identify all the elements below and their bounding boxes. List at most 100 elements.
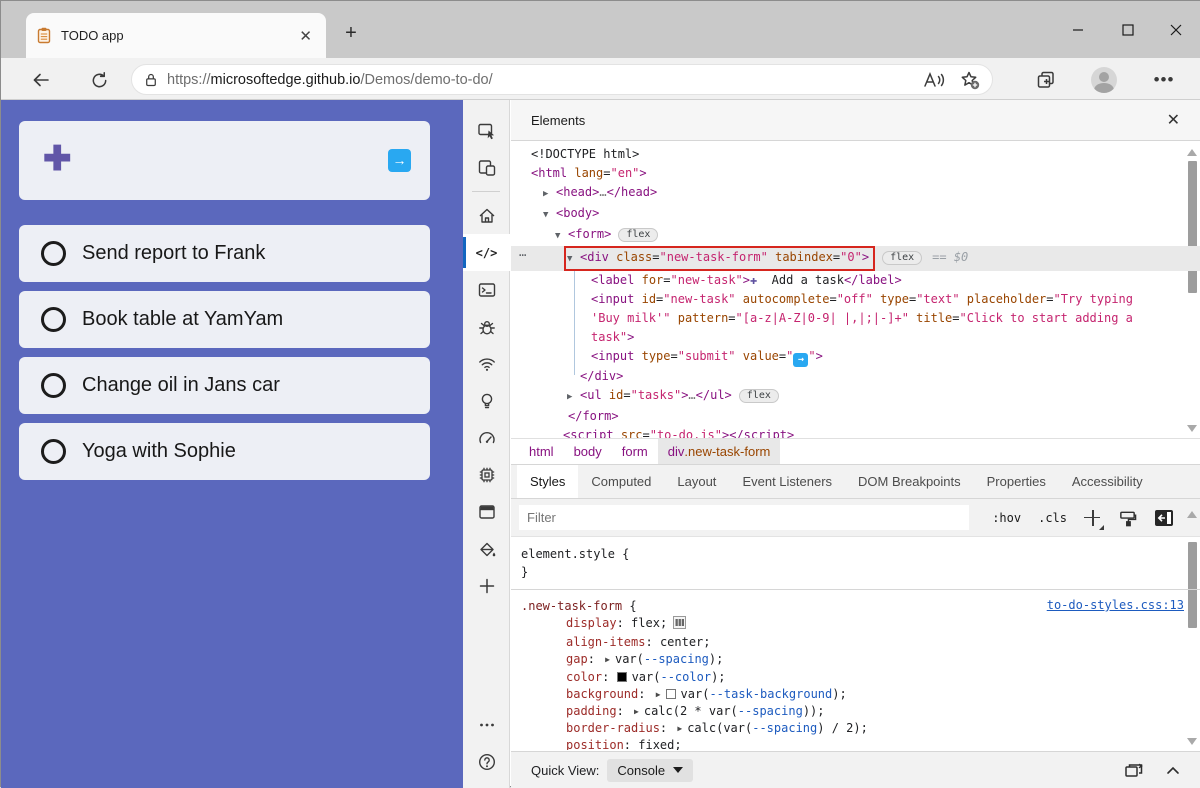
dom-tree-node[interactable]: ▼<body> xyxy=(511,204,1200,225)
devtools-close-icon[interactable]: ✕ xyxy=(1167,110,1180,130)
tool-help-icon[interactable] xyxy=(463,743,510,780)
tool-network-icon[interactable] xyxy=(463,345,510,382)
dom-tree-node[interactable]: <input id="new-task" autocomplete="off" … xyxy=(511,290,1200,309)
tool-console-icon[interactable] xyxy=(463,271,510,308)
tool-debug-icon[interactable] xyxy=(463,308,510,345)
dom-tree-node[interactable]: <script src="to-do.js"></script> xyxy=(511,426,1200,438)
css-property[interactable]: background: ▶var(--task-background); xyxy=(521,686,1190,703)
task-item[interactable]: Change oil in Jans car xyxy=(19,357,430,414)
tool-application-icon[interactable] xyxy=(463,493,510,530)
tab-event-listeners[interactable]: Event Listeners xyxy=(729,465,845,498)
expand-value-icon[interactable]: ▶ xyxy=(677,720,682,737)
expander-icon[interactable]: ▶ xyxy=(543,185,556,204)
tab-accessibility[interactable]: Accessibility xyxy=(1059,465,1156,498)
css-selector-line[interactable]: element.style { xyxy=(521,545,1190,563)
tool-add-tools-icon[interactable] xyxy=(463,567,510,604)
quick-view-dropdown[interactable]: Console xyxy=(607,759,693,782)
dom-tree-node[interactable]: 'Buy milk'" pattern="[a-z|A-Z|0-9| |,|;|… xyxy=(511,309,1200,328)
tab-dom-breakpoints[interactable]: DOM Breakpoints xyxy=(845,465,974,498)
css-property[interactable]: border-radius: ▶calc(var(--spacing) / 2)… xyxy=(521,720,1190,737)
back-icon[interactable] xyxy=(27,66,55,94)
color-swatch[interactable] xyxy=(666,689,676,699)
expand-value-icon[interactable]: ▶ xyxy=(605,651,610,668)
collections-icon[interactable] xyxy=(1031,66,1061,94)
task-item[interactable]: Book table at YamYam xyxy=(19,291,430,348)
browser-menu-icon[interactable]: ••• xyxy=(1149,66,1179,94)
task-item[interactable]: Yoga with Sophie xyxy=(19,423,430,480)
tool-home-icon[interactable] xyxy=(463,197,510,234)
breadcrumb-item[interactable]: body xyxy=(564,439,612,464)
dock-quick-view-icon[interactable] xyxy=(1124,762,1144,779)
tool-more-tools-icon[interactable] xyxy=(463,706,510,743)
tab-computed[interactable]: Computed xyxy=(578,465,664,498)
refresh-icon[interactable] xyxy=(85,66,113,94)
tool-memory-icon[interactable] xyxy=(463,456,510,493)
dom-tree-node[interactable]: <!DOCTYPE html> xyxy=(511,145,1200,164)
expander-icon[interactable]: ▼ xyxy=(567,250,580,269)
color-swatch[interactable] xyxy=(617,672,627,682)
expander-icon[interactable]: ▼ xyxy=(555,227,568,246)
task-checkbox[interactable] xyxy=(41,307,66,332)
dom-tree-node[interactable]: task"> xyxy=(511,328,1200,347)
css-property[interactable]: align-items: center; xyxy=(521,634,1190,651)
filter-input[interactable] xyxy=(519,505,969,530)
tool-issues-icon[interactable] xyxy=(463,382,510,419)
tool-elements-icon[interactable]: </> xyxy=(463,234,510,271)
profile-avatar[interactable] xyxy=(1089,66,1119,94)
css-property[interactable]: display: flex; xyxy=(521,615,1190,634)
minimize-button[interactable] xyxy=(1055,1,1101,58)
breadcrumb-item[interactable]: html xyxy=(519,439,564,464)
css-property[interactable]: padding: ▶calc(2 * var(--spacing)); xyxy=(521,703,1190,720)
tab-close-icon[interactable]: ✕ xyxy=(295,27,316,45)
styles-scroll-up-icon[interactable] xyxy=(1187,511,1197,518)
new-task-form[interactable]: ✚ → xyxy=(19,121,430,200)
tool-css-overview-icon[interactable] xyxy=(463,530,510,567)
task-item[interactable]: Send report to Frank xyxy=(19,225,430,282)
read-aloud-icon[interactable] xyxy=(923,71,945,89)
lock-icon[interactable] xyxy=(144,72,158,88)
flexbox-editor-icon[interactable] xyxy=(673,616,686,634)
favorites-star-icon[interactable] xyxy=(959,70,980,90)
tool-device-emulation-icon[interactable] xyxy=(463,149,510,186)
expand-value-icon[interactable]: ▶ xyxy=(656,686,661,703)
browser-tab[interactable]: TODO app ✕ xyxy=(26,13,326,58)
expander-icon[interactable]: ▼ xyxy=(543,206,556,225)
dom-tree-node[interactable]: <label for="new-task">✚ Add a task</labe… xyxy=(511,271,1200,290)
new-style-rule-icon[interactable] xyxy=(1084,510,1101,527)
submit-task-button[interactable]: → xyxy=(388,149,411,172)
dom-tree-node[interactable]: ▶<ul id="tasks">…</ul>flex xyxy=(511,386,1200,407)
flex-badge[interactable]: flex xyxy=(882,251,922,265)
dom-tree-node[interactable]: ▶<head>…</head> xyxy=(511,183,1200,204)
task-checkbox[interactable] xyxy=(41,439,66,464)
dom-tree-node[interactable]: <input type="submit" value="→"> xyxy=(511,347,1200,367)
rendering-brush-icon[interactable] xyxy=(1118,509,1137,528)
element-class-toggle[interactable]: .cls xyxy=(1038,511,1067,525)
flex-badge[interactable]: flex xyxy=(618,228,658,242)
expand-quick-view-icon[interactable] xyxy=(1166,765,1180,775)
task-checkbox[interactable] xyxy=(41,373,66,398)
tab-properties[interactable]: Properties xyxy=(974,465,1059,498)
node-more-actions-icon[interactable]: ⋯ xyxy=(519,246,527,265)
flex-badge[interactable]: flex xyxy=(739,389,779,403)
maximize-button[interactable] xyxy=(1105,1,1151,58)
computed-sidebar-toggle-icon[interactable] xyxy=(1154,509,1174,527)
tab-styles[interactable]: Styles xyxy=(517,465,578,498)
tool-performance-icon[interactable] xyxy=(463,419,510,456)
close-button[interactable] xyxy=(1153,1,1199,58)
dom-tree-node[interactable]: <html lang="en"> xyxy=(511,164,1200,183)
task-checkbox[interactable] xyxy=(41,241,66,266)
stylesheet-link[interactable]: to-do-styles.css:13 xyxy=(1047,598,1184,612)
tab-layout[interactable]: Layout xyxy=(664,465,729,498)
new-tab-button[interactable]: + xyxy=(339,22,363,46)
css-property[interactable]: position: fixed; xyxy=(521,737,1190,750)
css-property[interactable]: color: var(--color); xyxy=(521,669,1190,686)
breadcrumb-item[interactable]: div.new-task-form xyxy=(658,439,781,464)
dom-tree-node[interactable]: </div> xyxy=(511,367,1200,386)
dom-tree-node[interactable]: ⋯▼<div class="new-task-form" tabindex="0… xyxy=(511,246,1200,271)
tool-inspect-icon[interactable] xyxy=(463,112,510,149)
expand-value-icon[interactable]: ▶ xyxy=(634,703,639,720)
expander-icon[interactable]: ▶ xyxy=(567,388,580,407)
dom-tree-node[interactable]: </form> xyxy=(511,407,1200,426)
pseudo-state-toggle[interactable]: :hov xyxy=(992,511,1021,525)
dom-tree-node[interactable]: ▼<form>flex xyxy=(511,225,1200,246)
